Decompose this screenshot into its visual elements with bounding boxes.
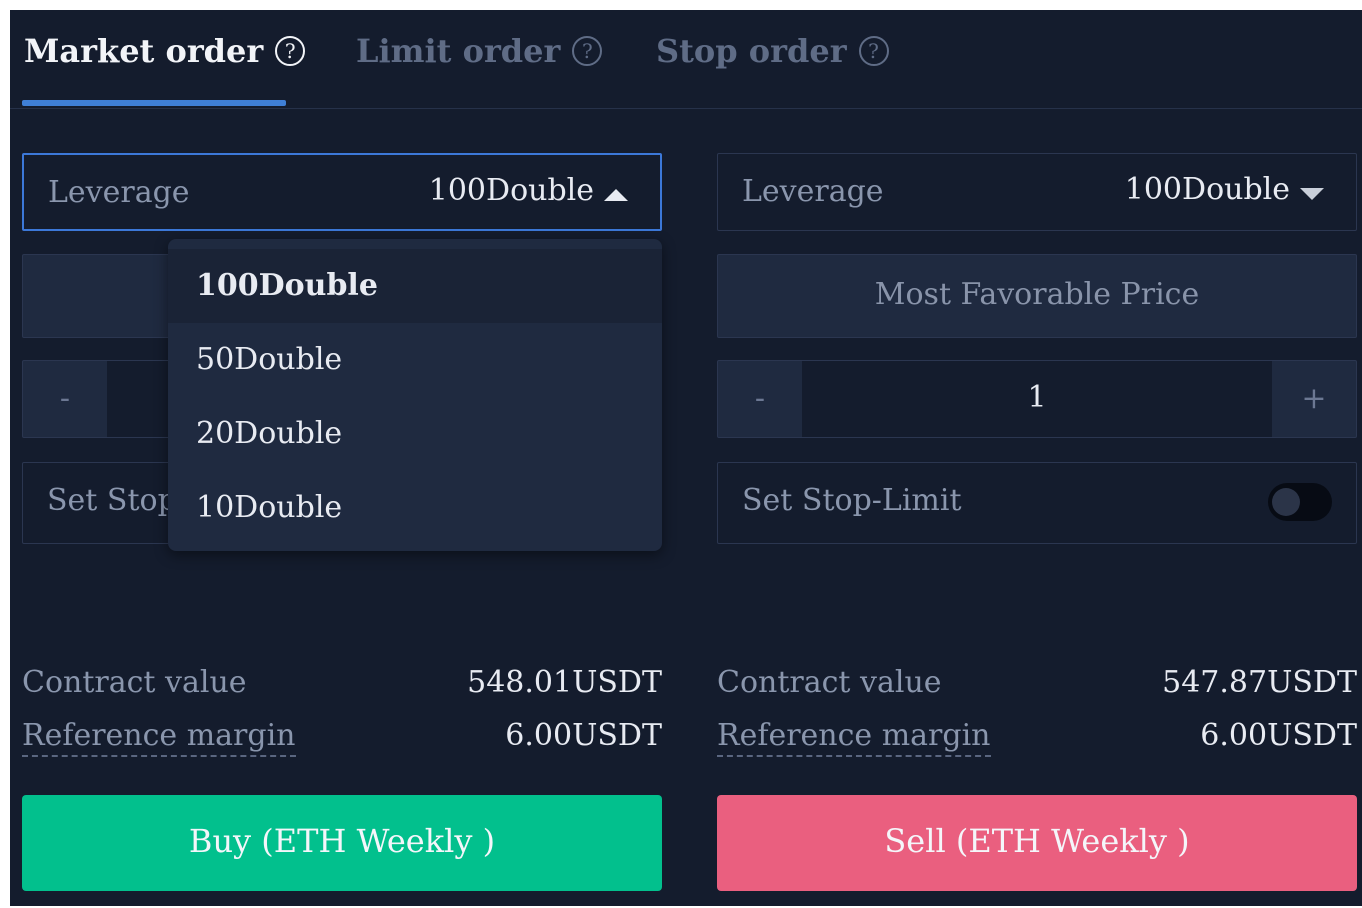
- tab-stop-order-label: Stop order: [656, 32, 847, 70]
- sell-contract-value: 547.87USDT: [1162, 665, 1357, 700]
- sell-decrement-button[interactable]: -: [718, 361, 802, 437]
- buy-reference-margin-row: Reference margin 6.00USDT: [22, 718, 662, 758]
- sell-quantity-value: 1: [1027, 380, 1047, 415]
- buy-button[interactable]: Buy (ETH Weekly ): [22, 795, 662, 891]
- buy-contract-value-label: Contract value: [22, 665, 247, 700]
- sell-leverage-value: 100Double: [1124, 172, 1290, 207]
- tab-market-order-label: Market order: [24, 32, 264, 70]
- sell-reference-margin-row: Reference margin 6.00USDT: [717, 718, 1357, 758]
- buy-stop-limit-label: Set Stop-: [47, 483, 187, 518]
- buy-leverage-value: 100Double: [428, 173, 594, 208]
- caret-down-icon: [1300, 188, 1324, 200]
- sell-quantity-stepper: - 1 +: [717, 360, 1357, 438]
- sell-stop-limit-toggle[interactable]: [1268, 483, 1332, 521]
- help-circle-icon[interactable]: ?: [858, 36, 889, 66]
- buy-contract-value: 548.01USDT: [467, 665, 662, 700]
- buy-leverage-label: Leverage: [48, 175, 190, 210]
- leverage-dropdown-menu: 100Double 50Double 20Double 10Double: [168, 239, 662, 551]
- sell-contract-value-label: Contract value: [717, 665, 942, 700]
- sell-button[interactable]: Sell (ETH Weekly ): [717, 795, 1357, 891]
- buy-reference-margin: 6.00USDT: [505, 718, 662, 753]
- sell-stop-limit-label: Set Stop-Limit: [742, 483, 962, 518]
- leverage-option-50[interactable]: 50Double: [168, 323, 662, 397]
- leverage-option-100[interactable]: 100Double: [168, 249, 662, 323]
- order-type-tabs: Market order ? Limit order ? Stop order …: [10, 10, 1362, 109]
- buy-leverage-select[interactable]: Leverage 100Double: [22, 153, 662, 231]
- sell-leverage-label: Leverage: [742, 174, 884, 209]
- toggle-knob: [1272, 488, 1300, 516]
- sell-stop-limit-row: Set Stop-Limit: [717, 462, 1357, 544]
- leverage-option-10[interactable]: 10Double: [168, 471, 662, 545]
- sell-increment-button[interactable]: +: [1272, 361, 1356, 437]
- active-tab-indicator: [22, 100, 286, 106]
- leverage-option-20[interactable]: 20Double: [168, 397, 662, 471]
- sell-reference-margin-label[interactable]: Reference margin: [717, 718, 991, 757]
- tab-limit-order-label: Limit order: [356, 32, 561, 70]
- help-circle-icon[interactable]: ?: [275, 36, 306, 66]
- sell-contract-value-row: Contract value 547.87USDT: [717, 665, 1357, 705]
- sell-reference-margin: 6.00USDT: [1200, 718, 1357, 753]
- buy-reference-margin-label[interactable]: Reference margin: [22, 718, 296, 757]
- tab-stop-order[interactable]: Stop order ?: [656, 32, 889, 70]
- tab-market-order[interactable]: Market order ?: [24, 32, 306, 70]
- sell-price-label: Most Favorable Price: [874, 277, 1200, 312]
- tab-limit-order[interactable]: Limit order ?: [356, 32, 603, 70]
- order-panel: Market order ? Limit order ? Stop order …: [10, 10, 1362, 906]
- sell-price-mode[interactable]: Most Favorable Price: [717, 254, 1357, 338]
- buy-decrement-button[interactable]: -: [23, 361, 107, 437]
- sell-quantity-input[interactable]: 1: [802, 361, 1272, 437]
- sell-leverage-select[interactable]: Leverage 100Double: [717, 153, 1357, 231]
- help-circle-icon[interactable]: ?: [572, 36, 603, 66]
- caret-up-icon: [604, 189, 628, 201]
- buy-contract-value-row: Contract value 548.01USDT: [22, 665, 662, 705]
